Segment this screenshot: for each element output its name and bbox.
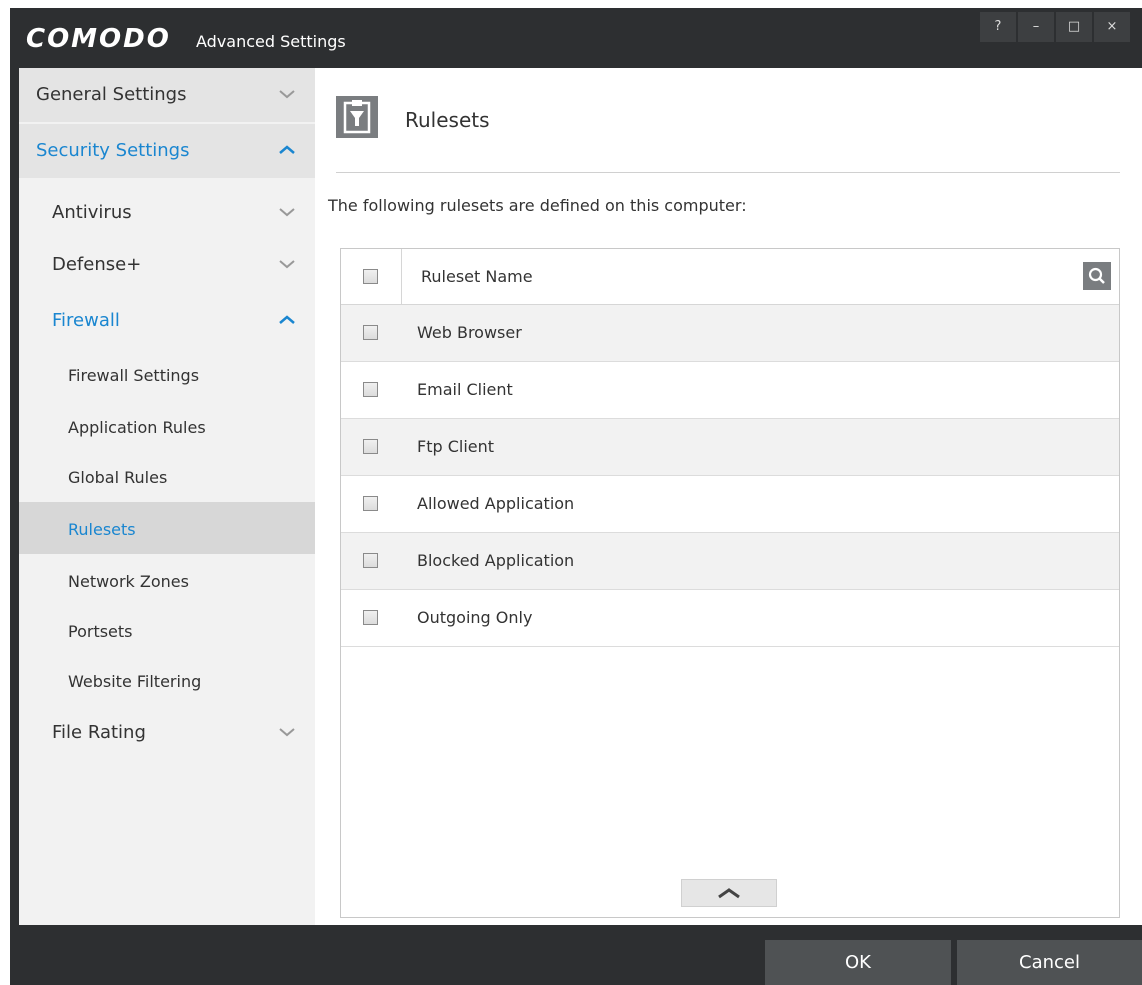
ruleset-filter-icon [336,96,378,138]
sidebar-item-global-rules[interactable]: Global Rules [19,450,315,504]
sidebar-item-firewall-settings[interactable]: Firewall Settings [19,348,315,402]
sidebar-item-label: Security Settings [36,140,190,161]
sidebar-item-label: Rulesets [68,520,136,539]
search-icon[interactable] [1083,262,1111,290]
page-description: The following rulesets are defined on th… [328,196,747,215]
sidebar-item-network-zones[interactable]: Network Zones [19,554,315,608]
column-divider [401,249,402,304]
cancel-button[interactable]: Cancel [957,940,1142,985]
ruleset-name: Ftp Client [417,437,495,456]
chevron-up-icon [718,888,740,899]
sidebar-item-antivirus[interactable]: Antivirus [19,186,315,240]
row-checkbox[interactable] [363,439,378,454]
page-title: Rulesets [405,108,490,132]
sidebar-item-label: Firewall [52,310,120,331]
sidebar-item-label: Firewall Settings [68,366,200,385]
sidebar-item-rulesets[interactable]: Rulesets [19,502,315,554]
sidebar-item-label: Global Rules [68,468,168,487]
table-row[interactable]: Allowed Application [341,476,1119,533]
collapse-toggle-button[interactable] [681,879,777,907]
sidebar-item-label: Network Zones [68,572,189,591]
minimize-button[interactable]: – [1018,12,1054,42]
chevron-up-icon [279,315,295,324]
table-header: Ruleset Name [341,249,1119,305]
sidebar-item-portsets[interactable]: Portsets [19,604,315,658]
sidebar-item-security-settings[interactable]: Security Settings [19,124,315,178]
window-title: Advanced Settings [196,32,346,51]
close-button[interactable]: × [1094,12,1130,42]
brand-logo: COMODO [26,24,171,54]
sidebar: General Settings Security Settings Antiv… [19,68,315,925]
sidebar-item-firewall[interactable]: Firewall [19,294,315,348]
table-row[interactable]: Web Browser [341,305,1119,362]
sidebar-item-website-filtering[interactable]: Website Filtering [19,654,315,708]
ruleset-name: Email Client [417,380,513,399]
column-header-ruleset-name[interactable]: Ruleset Name [421,267,533,286]
sidebar-item-file-rating[interactable]: File Rating [19,706,315,760]
table-row[interactable]: Email Client [341,362,1119,419]
sidebar-item-label: Defense+ [52,254,142,275]
ruleset-name: Blocked Application [417,551,575,570]
rulesets-table: Ruleset Name Web Browser Email Client Ft [340,248,1120,918]
ok-button[interactable]: OK [765,940,951,985]
sidebar-item-label: Antivirus [52,202,132,223]
help-button[interactable]: ? [980,12,1016,42]
ruleset-name: Web Browser [417,323,522,342]
chevron-down-icon [279,260,295,269]
row-checkbox[interactable] [363,325,378,340]
sidebar-item-label: Portsets [68,622,133,641]
chevron-down-icon [279,90,295,99]
maximize-button[interactable]: □ [1056,12,1092,42]
chevron-up-icon [279,145,295,154]
row-checkbox[interactable] [363,382,378,397]
advanced-settings-window: COMODO Advanced Settings ? – □ × General… [10,8,1142,985]
sidebar-item-label: Website Filtering [68,672,202,691]
header-divider [336,172,1120,173]
row-checkbox[interactable] [363,496,378,511]
sidebar-item-general-settings[interactable]: General Settings [19,68,315,122]
chevron-down-icon [279,208,295,217]
footer-bar: OK Cancel [10,925,1142,985]
chevron-down-icon [279,728,295,737]
sidebar-item-defense-plus[interactable]: Defense+ [19,238,315,292]
sidebar-item-application-rules[interactable]: Application Rules [19,400,315,454]
sidebar-item-label: General Settings [36,84,187,105]
table-row[interactable]: Outgoing Only [341,590,1119,647]
row-checkbox[interactable] [363,610,378,625]
row-checkbox[interactable] [363,553,378,568]
ruleset-name: Outgoing Only [417,608,533,627]
sidebar-item-label: File Rating [52,722,146,743]
table-row[interactable]: Blocked Application [341,533,1119,590]
title-bar: COMODO Advanced Settings ? – □ × [10,8,1142,68]
sidebar-item-label: Application Rules [68,418,206,437]
select-all-checkbox[interactable] [363,269,378,284]
ruleset-name: Allowed Application [417,494,575,513]
table-row[interactable]: Ftp Client [341,419,1119,476]
main-panel: Rulesets The following rulesets are defi… [315,68,1142,925]
